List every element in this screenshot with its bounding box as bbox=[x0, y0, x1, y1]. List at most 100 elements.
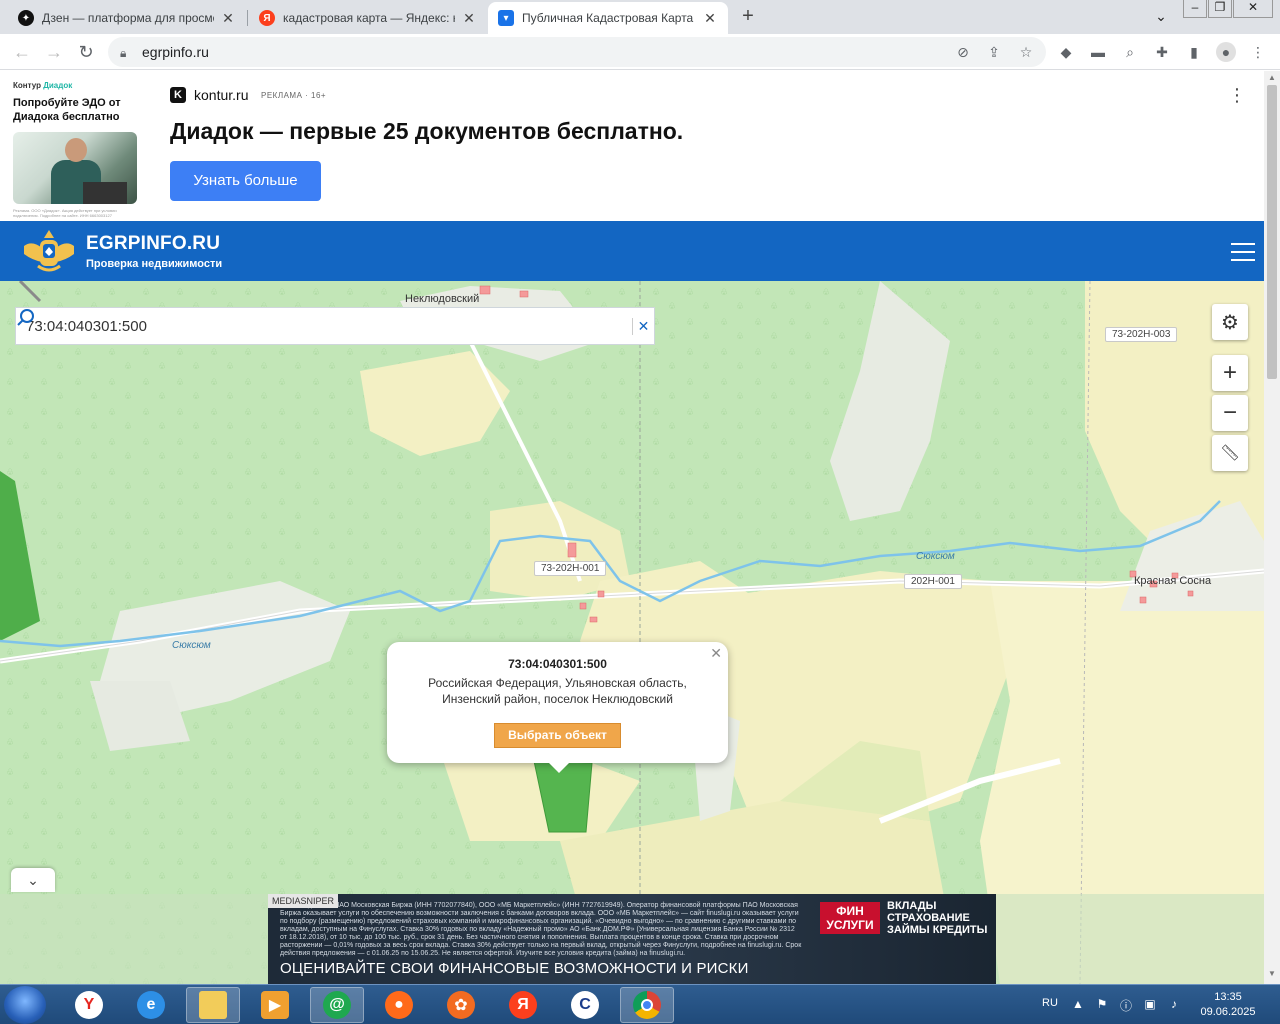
ad-learn-more-button[interactable]: Узнать больше bbox=[170, 161, 321, 201]
hamburger-menu-icon[interactable] bbox=[1231, 243, 1255, 261]
select-object-button[interactable]: Выбрать объект bbox=[494, 723, 621, 748]
profile-avatar-icon[interactable]: ● bbox=[1216, 42, 1236, 62]
back-arrow-icon[interactable]: ← bbox=[10, 40, 34, 64]
site-header: EGRPINFO.RU Проверка недвижимости bbox=[0, 221, 1264, 281]
finuslugi-banner[interactable]: Рекламодатель: ПАО Московская Биржа (ИНН… bbox=[268, 894, 996, 984]
close-icon[interactable]: ✕ bbox=[461, 10, 477, 27]
clear-search-icon[interactable]: ✕ bbox=[632, 317, 654, 335]
firefox-icon: ● bbox=[385, 991, 413, 1019]
restore-icon[interactable]: ❐ bbox=[1208, 0, 1232, 18]
extensions-puzzle-icon[interactable]: ✚ bbox=[1152, 42, 1172, 62]
url-text: egrpinfo.ru bbox=[142, 44, 209, 60]
search-icon[interactable] bbox=[16, 308, 36, 328]
extension-search-icon[interactable]: ⌕ bbox=[1120, 42, 1140, 62]
tab-title: Дзен — платформа для просмотра bbox=[42, 11, 214, 25]
app-flower-icon: ✿ bbox=[447, 991, 475, 1019]
tray-flag-icon[interactable]: ⚑ bbox=[1094, 997, 1110, 1013]
taskbar-explorer[interactable] bbox=[186, 987, 240, 1023]
extension-bird-icon[interactable]: ◆ bbox=[1056, 42, 1076, 62]
road-tag: 202Н-001 bbox=[904, 574, 962, 589]
tab-yandex-search[interactable]: Я кадастровая карта — Яндекс: нашлось ✕ bbox=[249, 2, 487, 34]
tab-title: кадастровая карта — Яндекс: нашлось bbox=[283, 11, 455, 25]
share-icon[interactable]: ⇪ bbox=[984, 42, 1004, 62]
scroll-up-icon[interactable]: ▲ bbox=[1267, 73, 1277, 82]
tray-info-icon[interactable]: ⓘ bbox=[1118, 997, 1134, 1013]
reload-icon[interactable]: ↻ bbox=[74, 40, 98, 64]
collapse-panel-chevron-icon[interactable]: ⌄ bbox=[11, 868, 55, 892]
banner-fine-print: Рекламодатель: ПАО Московская Биржа (ИНН… bbox=[280, 902, 802, 957]
map-canvas[interactable]: ♧ ♧ bbox=[0, 281, 1264, 984]
scrollbar-thumb[interactable] bbox=[1267, 85, 1277, 379]
settings-gear-icon[interactable]: ⚙ bbox=[1212, 304, 1248, 340]
taskbar-app-orange[interactable]: ✿ bbox=[434, 987, 488, 1023]
side-panel-icon[interactable]: ▮ bbox=[1184, 42, 1204, 62]
taskbar-app-c[interactable]: C bbox=[558, 987, 612, 1023]
tab-kadastr-active[interactable]: ▾ Публичная Кадастровая Карта Р ✕ bbox=[488, 2, 728, 34]
tab-separator bbox=[247, 10, 248, 26]
tab-search-icon[interactable]: ⌄ bbox=[1150, 8, 1172, 26]
tab-dzen[interactable]: ✦ Дзен — платформа для просмотра ✕ bbox=[8, 2, 246, 34]
mail-at-icon: @ bbox=[323, 991, 351, 1019]
forward-arrow-icon[interactable]: → bbox=[42, 40, 66, 64]
close-icon[interactable]: ✕ bbox=[702, 10, 718, 27]
ad-headline[interactable]: Диадок — первые 25 документов бесплатно. bbox=[170, 118, 683, 145]
ad-fine-print: Реклама. ООО «Диадок». Акция действует п… bbox=[13, 208, 117, 218]
taskbar-yandex[interactable]: Я bbox=[496, 987, 550, 1023]
yandex-icon: Я bbox=[509, 991, 537, 1019]
site-title[interactable]: EGRPINFO.RU bbox=[86, 233, 220, 255]
page-scrollbar[interactable]: ▲ ▼ bbox=[1264, 71, 1280, 984]
mediasniper-tag: MEDIASNIPER bbox=[268, 894, 339, 908]
map-label-river-left: Сюксюм bbox=[172, 640, 211, 651]
eagle-emblem-icon[interactable] bbox=[22, 226, 76, 276]
popup-close-icon[interactable]: ✕ bbox=[710, 645, 722, 662]
address-bar[interactable]: 🔒︎ egrpinfo.ru bbox=[108, 37, 1046, 67]
language-indicator[interactable]: RU bbox=[1042, 997, 1058, 1009]
windows-taskbar: Y e ▶ @ ● ✿ Я C RU ▲ ⚑ ⓘ ▣ ♪ 13:35 09.06… bbox=[0, 984, 1280, 1024]
taskbar-yandex-browser[interactable]: Y bbox=[62, 987, 116, 1023]
zoom-in-button[interactable]: + bbox=[1212, 355, 1248, 391]
internet-explorer-icon: e bbox=[137, 991, 165, 1019]
tab-strip: ✦ Дзен — платформа для просмотра ✕ Я кад… bbox=[0, 0, 1280, 34]
taskbar-firefox[interactable]: ● bbox=[372, 987, 426, 1023]
minimize-icon[interactable]: – bbox=[1183, 0, 1207, 18]
map-label-krasnaya-sosna: Красная Сосна bbox=[1134, 575, 1212, 587]
tray-volume-icon[interactable]: ♪ bbox=[1166, 997, 1182, 1013]
ad-domain[interactable]: kontur.ru bbox=[194, 87, 248, 103]
close-icon[interactable]: ✕ bbox=[220, 10, 236, 27]
browser-menu-icon[interactable]: ⋮ bbox=[1248, 42, 1268, 62]
media-player-icon: ▶ bbox=[261, 991, 289, 1019]
app-c-icon: C bbox=[571, 991, 599, 1019]
bookmark-star-icon[interactable]: ☆ bbox=[1016, 42, 1036, 62]
taskbar-media-player[interactable]: ▶ bbox=[248, 987, 302, 1023]
start-button[interactable] bbox=[4, 986, 46, 1024]
extension-hat-icon[interactable]: ▬ bbox=[1088, 42, 1108, 62]
road-tag: 73-202Н-001 bbox=[534, 561, 607, 576]
window-close-icon[interactable]: ✕ bbox=[1233, 0, 1273, 18]
taskbar-mail[interactable]: @ bbox=[310, 987, 364, 1023]
ad-left-text[interactable]: Попробуйте ЭДО от Диадока бесплатно bbox=[13, 96, 143, 124]
camera-blocked-icon[interactable]: ⊘ bbox=[953, 42, 973, 62]
tray-network-icon[interactable]: ▣ bbox=[1142, 997, 1158, 1013]
search-input[interactable]: 73:04:040301:500 bbox=[26, 318, 632, 335]
kontur-k-icon: K bbox=[170, 87, 186, 103]
tray-expand-icon[interactable]: ▲ bbox=[1070, 997, 1086, 1013]
zoom-out-button[interactable]: − bbox=[1212, 395, 1248, 431]
popup-cadastral-number: 73:04:040301:500 bbox=[508, 657, 607, 671]
cadastral-map[interactable]: ♧ ♧ bbox=[0, 281, 1264, 984]
system-clock[interactable]: 13:35 09.06.2025 bbox=[1196, 990, 1260, 1020]
finuslugi-logo: ФИН УСЛУГИ bbox=[820, 902, 880, 934]
taskbar-chrome[interactable] bbox=[620, 987, 674, 1023]
tab-title: Публичная Кадастровая Карта Р bbox=[522, 11, 696, 25]
ad-menu-icon[interactable]: ⋮ bbox=[1228, 85, 1246, 105]
browser-toolbar: ← → ↻ 🔒︎ egrpinfo.ru ⊘ ⇪ ☆ ◆ ▬ ⌕ ✚ ▮ ● ⋮ bbox=[0, 34, 1280, 70]
ruler-icon[interactable]: 📏︎ bbox=[1212, 435, 1248, 471]
ad-photo[interactable] bbox=[13, 132, 137, 204]
new-tab-button[interactable]: + bbox=[736, 5, 760, 29]
banner-headline: ОЦЕНИВАЙТЕ СВОИ ФИНАНСОВЫЕ ВОЗМОЖНОСТИ И… bbox=[280, 960, 749, 977]
map-label-river-right: Сюксюм bbox=[916, 551, 955, 562]
map-search-field[interactable]: 73:04:040301:500 ✕ bbox=[15, 307, 655, 345]
scroll-down-icon[interactable]: ▼ bbox=[1267, 969, 1277, 978]
ad-marker: РЕКЛАМА · 16+ bbox=[261, 91, 327, 100]
object-popup: ✕ 73:04:040301:500 Российская Федерация,… bbox=[387, 642, 728, 773]
taskbar-internet-explorer[interactable]: e bbox=[124, 987, 178, 1023]
